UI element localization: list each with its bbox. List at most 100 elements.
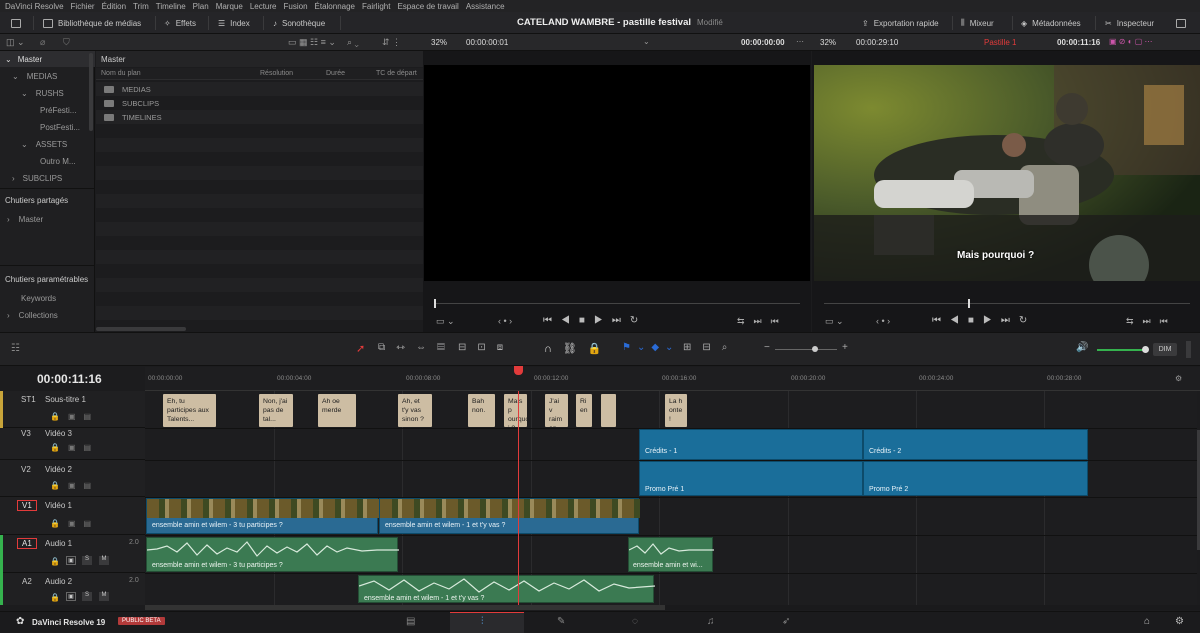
- list-item[interactable]: TIMELINES: [96, 110, 423, 124]
- fusion-page-icon[interactable]: ✎: [557, 616, 565, 627]
- menu-playback[interactable]: Lecture: [250, 2, 277, 11]
- credits-clip-2[interactable]: Crédits - 2: [863, 429, 1088, 460]
- insert-overwrite-icons[interactable]: ⊟⊡⧈: [458, 342, 514, 353]
- video-clip-2[interactable]: ensemble amin et wilem - 1 et t'y vas ?: [379, 498, 640, 534]
- program-playhead[interactable]: [968, 299, 970, 308]
- deliver-page-icon[interactable]: ➶: [782, 616, 790, 627]
- subtitle-clip[interactable]: J'ai v raim en...: [545, 394, 568, 427]
- inspector-button[interactable]: ✂ Inspecteur: [1105, 12, 1154, 34]
- insert-controls[interactable]: ⇆⏭⏮: [737, 316, 788, 327]
- audio-clip-1[interactable]: ensemble amin et wilem - 3 tu participes…: [146, 537, 399, 572]
- edit-mode-icons[interactable]: ⧉⇿⇔▤: [378, 342, 456, 353]
- collapse-button[interactable]: [1176, 12, 1186, 34]
- menu-mark[interactable]: Marque: [216, 2, 243, 11]
- chevron-down-icon[interactable]: ⌄: [643, 37, 650, 46]
- shield-icon[interactable]: ⛉: [63, 37, 70, 48]
- track-lock-icons[interactable]: 🔒▣▤: [50, 443, 99, 452]
- smart-bin-collections[interactable]: › Collections: [0, 307, 95, 323]
- quick-export-button[interactable]: ⇪ Exportation rapide: [862, 12, 939, 34]
- home-icon[interactable]: ⌂: [1144, 616, 1150, 627]
- audio-clip-3[interactable]: ensemble amin et wilem - 1 et t'y vas ?: [358, 575, 655, 603]
- insert-controls[interactable]: ⇆⏭⏮: [1126, 316, 1177, 327]
- settings-gear-icon[interactable]: ⚙: [1175, 616, 1184, 627]
- track-lock-icons[interactable]: 🔒▣▤: [50, 412, 99, 421]
- credits-clip-1[interactable]: Crédits - 1: [639, 429, 863, 460]
- fairlight-page-icon[interactable]: ♫: [707, 616, 715, 627]
- timeline-tracks[interactable]: Eh, tu participes aux Talents... Non, j'…: [145, 391, 1197, 605]
- audio-clip-2[interactable]: ensemble amin et wi...: [628, 537, 714, 572]
- menu-fairlight[interactable]: Fairlight: [362, 2, 390, 11]
- source-scrubber[interactable]: [434, 303, 800, 304]
- promo-clip-1[interactable]: Promo Pré 1: [639, 461, 863, 496]
- track-lock-icons[interactable]: 🔒▣▤: [50, 519, 99, 528]
- program-zoom[interactable]: 32%: [820, 38, 836, 47]
- subtitle-clip[interactable]: Bah non.: [468, 394, 495, 427]
- smart-bin-keywords[interactable]: Keywords: [0, 290, 95, 306]
- subtitle-clip[interactable]: Ah oe merde: [318, 394, 356, 427]
- subtitle-clip[interactable]: Mais p ourquo i ?: [504, 394, 527, 427]
- index-button[interactable]: ☰ Index: [218, 12, 250, 34]
- bin-postfestival[interactable]: PostFesti...: [0, 119, 95, 135]
- track-header-v3[interactable]: V3 Vidéo 3 🔒▣▤: [0, 428, 145, 460]
- lock-icon[interactable]: 🔒: [50, 557, 60, 566]
- subtitle-clip[interactable]: La h onte !: [665, 394, 687, 427]
- link-icon[interactable]: ⌀: [40, 37, 45, 48]
- shared-bin-master[interactable]: › Master: [0, 211, 95, 227]
- dim-button[interactable]: DIM: [1153, 343, 1177, 356]
- more-icon[interactable]: ⋯: [796, 37, 804, 46]
- track-header-v2[interactable]: V2 Vidéo 2 🔒▣▤: [0, 460, 145, 497]
- solo-button[interactable]: S: [82, 592, 92, 601]
- subtitle-clip[interactable]: Ri en: [576, 394, 592, 427]
- timeline-playhead[interactable]: [518, 391, 519, 605]
- transport-controls[interactable]: ⏮◀■▶⏭↻: [543, 315, 647, 326]
- zoom-in-icon[interactable]: +: [842, 342, 848, 353]
- menu-edit[interactable]: Édition: [102, 2, 126, 11]
- bin-master[interactable]: ⌄ Master: [0, 51, 95, 67]
- track-header-a2[interactable]: A2 Audio 2 2.0 🔒 ▣ S M: [0, 573, 145, 605]
- solo-button[interactable]: S: [82, 556, 92, 565]
- source-playhead[interactable]: [434, 299, 436, 308]
- safe-area-icon[interactable]: ▭ ⌄: [436, 316, 455, 327]
- timeline-settings-icon[interactable]: ⚙: [1175, 374, 1182, 383]
- color-page-icon[interactable]: ◌: [632, 616, 638, 627]
- menu-help[interactable]: Assistance: [466, 2, 505, 11]
- mute-button[interactable]: M: [99, 592, 109, 601]
- column-resolution[interactable]: Résolution: [260, 70, 293, 77]
- promo-clip-2[interactable]: Promo Pré 2: [863, 461, 1088, 496]
- media-scrollbar[interactable]: [96, 327, 186, 331]
- list-item[interactable]: MEDIAS: [96, 82, 423, 96]
- video-clip-1[interactable]: ensemble amin et wilem - 3 tu participes…: [146, 498, 379, 534]
- lock-icon[interactable]: 🔒: [50, 593, 60, 602]
- effects-button[interactable]: ✧ Effets: [164, 12, 196, 34]
- record-icon[interactable]: ▣: [66, 556, 76, 565]
- mixer-button[interactable]: ⫼ Mixeur: [961, 12, 994, 34]
- timeline-ruler[interactable]: 00:00:00:00 00:00:04:00 00:00:08:00 00:0…: [145, 367, 1200, 391]
- bin-medias[interactable]: ⌄ MEDIAS: [0, 68, 95, 84]
- selection-tool-icon[interactable]: ➚: [356, 342, 365, 355]
- subtitle-clip[interactable]: Ah, et t'y vas sinon ?: [398, 394, 432, 427]
- track-header-v1[interactable]: V1 Vidéo 1 🔒▣▤: [0, 497, 145, 535]
- view-options-icon[interactable]: ▭ ▦ ☷ ≡ ⌄: [288, 37, 336, 48]
- media-page-icon[interactable]: ▤: [406, 616, 415, 627]
- bin-prefestival[interactable]: PréFesti...: [0, 102, 95, 118]
- track-header-a1[interactable]: A1 Audio 1 2.0 🔒 ▣ S M: [0, 535, 145, 573]
- volume-handle[interactable]: [1142, 346, 1149, 353]
- subtitle-clip[interactable]: Eh, tu participes aux Talents...: [163, 394, 216, 427]
- color-icon[interactable]: ▣ ⊘ ◐ ▢ ⋯: [1109, 37, 1153, 46]
- menu-fusion[interactable]: Fusion: [284, 2, 308, 11]
- search-icon[interactable]: ⌕ ⌄: [347, 37, 359, 48]
- list-item[interactable]: SUBCLIPS: [96, 96, 423, 110]
- panel-toggle-button[interactable]: [11, 12, 21, 34]
- bin-list-icon[interactable]: ◫ ⌄: [6, 37, 25, 48]
- menu-trim[interactable]: Trim: [133, 2, 149, 11]
- bin-assets[interactable]: ⌄ ASSETS: [0, 136, 95, 152]
- timeline-side-scrollbar[interactable]: [1186, 341, 1191, 358]
- timeline-name[interactable]: Pastille 1: [984, 38, 1016, 47]
- program-scrubber[interactable]: [824, 303, 1190, 304]
- zoom-slider-handle[interactable]: [812, 346, 818, 352]
- media-pool-button[interactable]: Bibliothèque de médias: [43, 12, 141, 34]
- metadata-button[interactable]: ◈ Métadonnées: [1021, 12, 1081, 34]
- speaker-icon[interactable]: 🔊: [1076, 342, 1088, 353]
- column-duration[interactable]: Durée: [326, 70, 345, 77]
- bin-outro[interactable]: Outro M...: [0, 153, 95, 169]
